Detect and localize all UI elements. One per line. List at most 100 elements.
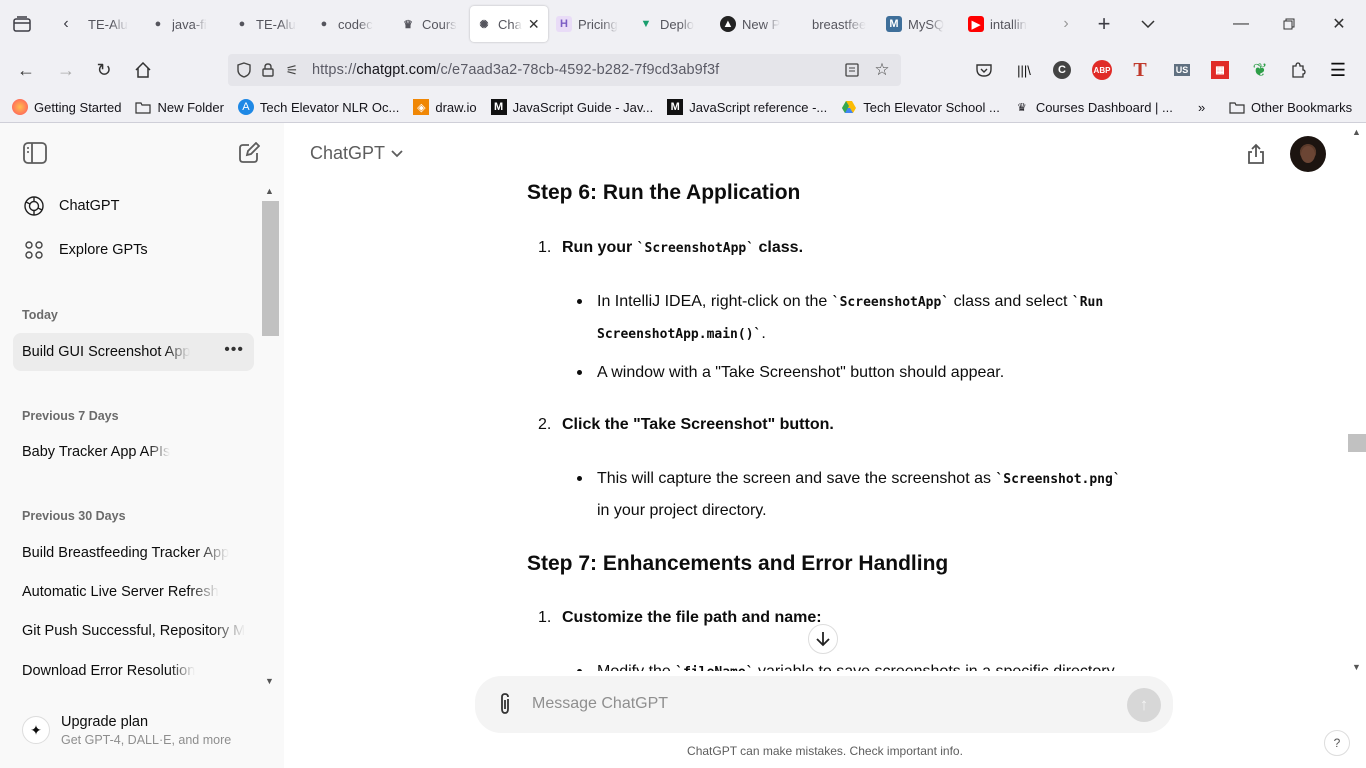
new-tab-icon[interactable]: + (1090, 10, 1118, 38)
bullet (577, 476, 582, 481)
adblock-icon[interactable]: ABP (1090, 58, 1114, 82)
tab-overview-icon[interactable] (8, 10, 36, 38)
list-number: 2. (538, 416, 552, 433)
scroll-up-arrow-icon[interactable]: ▲ (265, 186, 274, 196)
t-extension-icon[interactable]: T (1128, 58, 1152, 82)
openai-icon (22, 194, 46, 218)
bookmarks-toolbar: Getting Started New Folder A Tech Elevato… (0, 92, 1366, 122)
main-panel: ChatGPT Step 6: Run the Application 1. R… (284, 123, 1366, 768)
section-heading-previous-30-days: Previous 30 Days (22, 509, 126, 523)
chat-item-build-gui-screenshot-app[interactable]: Build GUI Screenshot App ••• (13, 333, 254, 371)
message-input[interactable]: Message ChatGPT (532, 695, 668, 713)
forward-icon[interactable]: → (52, 56, 80, 84)
new-chat-icon[interactable] (235, 139, 263, 167)
url-text[interactable]: https://chatgpt.com/c/e7aad3a2-78cb-4592… (312, 62, 719, 78)
bullet-text-window-appears: A window with a "Take Screenshot" button… (597, 364, 1005, 381)
tab-youtube[interactable]: ▶ intallin (962, 6, 1044, 42)
chat-item-breastfeeding-tracker[interactable]: Build Breastfeeding Tracker App (13, 534, 254, 572)
reader-view-icon[interactable] (840, 58, 864, 82)
tab-courses[interactable]: ♛ Cours (394, 6, 468, 42)
tech-elevator-icon: A (237, 99, 254, 115)
home-icon[interactable] (129, 56, 157, 84)
scroll-down-arrow-icon[interactable]: ▼ (265, 676, 274, 686)
tab-pricing[interactable]: H Pricing (550, 6, 630, 42)
vpn-extension-icon[interactable]: US (1170, 58, 1194, 82)
back-icon[interactable]: ← (12, 56, 40, 84)
model-selector[interactable]: ChatGPT (310, 143, 403, 164)
step-7-heading: Step 7: Enhancements and Error Handling (527, 552, 949, 575)
scroll-up-arrow-icon[interactable]: ▲ (1352, 127, 1361, 137)
toggle-sidebar-icon[interactable] (21, 139, 49, 167)
close-window-icon[interactable]: ✕ (1324, 10, 1354, 38)
main-scrollbar[interactable] (1348, 123, 1366, 683)
more-bookmarks-icon[interactable]: » (1198, 100, 1205, 115)
sidebar-item-explore-gpts[interactable]: Explore GPTs (13, 231, 254, 269)
attach-icon[interactable] (493, 692, 517, 716)
bookmark-courses-dashboard[interactable]: ♛ Courses Dashboard | ... (1014, 99, 1173, 115)
list-item-click-button: Click the "Take Screenshot" button. (562, 416, 834, 433)
chat-item-baby-tracker[interactable]: Baby Tracker App APIs (13, 433, 254, 471)
tab-codec[interactable]: ● codec (310, 6, 392, 42)
bookmark-drawio[interactable]: ◈ draw.io (413, 99, 477, 115)
minimize-icon[interactable]: — (1226, 10, 1256, 38)
extension-m-icon[interactable]: ▦ (1208, 58, 1232, 82)
github-icon: ● (320, 18, 328, 30)
message-composer[interactable]: Message ChatGPT ↑ (475, 676, 1173, 733)
bookmark-star-icon[interactable]: ☆ (870, 58, 894, 82)
avatar[interactable] (1290, 136, 1326, 172)
tab-deploy[interactable]: ▼ Deplo (632, 6, 712, 42)
tab-new-p[interactable]: ▲ New P (714, 6, 794, 42)
sidebar: ChatGPT Explore GPTs Today Build GUI Scr… (0, 123, 284, 768)
pocket-icon[interactable] (972, 58, 996, 82)
upgrade-plan-button[interactable]: ✦ Upgrade plan Get GPT-4, DALL·E, and mo… (13, 703, 254, 757)
tab-chatgpt[interactable]: ✺ Cha ✕ (470, 6, 548, 42)
menu-icon[interactable]: ☰ (1326, 58, 1350, 82)
tab-te-alumni-1[interactable]: TE-Alu (82, 6, 142, 42)
chat-item-download-error[interactable]: Download Error Resolution (13, 652, 254, 690)
share-icon[interactable] (1242, 140, 1270, 168)
reload-icon[interactable]: ↻ (90, 56, 118, 84)
crown-icon: ♛ (403, 18, 413, 31)
bookmark-new-folder[interactable]: New Folder (135, 99, 224, 115)
more-options-icon[interactable]: ••• (224, 341, 244, 359)
help-button[interactable]: ? (1324, 730, 1350, 756)
sidebar-scroll-thumb[interactable] (262, 201, 279, 336)
vercel-icon: ▲ (720, 16, 736, 32)
tab-java-fi[interactable]: ● java-fi (144, 6, 226, 42)
chat-item-git-push[interactable]: Git Push Successful, Repository M (13, 612, 254, 650)
restore-icon[interactable] (1274, 10, 1304, 38)
scroll-to-bottom-button[interactable] (808, 624, 838, 654)
sparkle-icon: ✦ (22, 716, 50, 744)
permissions-icon[interactable]: ⚟ (280, 58, 304, 82)
bookmark-tech-elevator-school[interactable]: Tech Elevator School ... (841, 99, 1000, 115)
sidebar-item-chatgpt[interactable]: ChatGPT (13, 187, 254, 225)
bookmark-tech-elevator-nlr[interactable]: A Tech Elevator NLR Oc... (237, 99, 399, 115)
close-tab-icon[interactable]: ✕ (528, 16, 540, 33)
navigation-bar: ← → ↻ ⚟ https://chatgpt.com/c/e7aad3a2-7… (0, 48, 1366, 92)
extension-c-icon[interactable]: C (1050, 58, 1074, 82)
shield-icon[interactable] (232, 58, 256, 82)
extensions-puzzle-icon[interactable] (1286, 58, 1310, 82)
list-tabs-icon[interactable] (1134, 10, 1162, 38)
main-scroll-thumb[interactable] (1348, 434, 1366, 452)
send-button[interactable]: ↑ (1127, 688, 1161, 722)
drawio-icon: ◈ (413, 99, 430, 115)
other-bookmarks[interactable]: Other Bookmarks (1229, 99, 1352, 115)
tab-breastfeeding[interactable]: breastfee (796, 6, 878, 42)
library-icon[interactable]: |||\ (1012, 58, 1036, 82)
bullet-text-capture-screen: This will capture the screen and save th… (597, 470, 1121, 519)
tab-scroll-left-icon[interactable]: ‹ (52, 10, 80, 38)
tab-scroll-right-icon[interactable]: › (1052, 10, 1080, 38)
lock-icon[interactable] (256, 58, 280, 82)
chat-item-live-server-refresh[interactable]: Automatic Live Server Refresh (13, 573, 254, 611)
evernote-icon[interactable]: ❦ (1248, 58, 1272, 82)
url-bar[interactable]: ⚟ https://chatgpt.com/c/e7aad3a2-78cb-45… (228, 54, 901, 86)
tab-mysql[interactable]: M MySQ (880, 6, 960, 42)
tab-te-alumni-2[interactable]: ● TE-Alu (228, 6, 308, 42)
bookmark-js-reference[interactable]: M JavaScript reference -... (667, 99, 827, 115)
bookmark-js-guide[interactable]: M JavaScript Guide - Jav... (490, 99, 653, 115)
bullet (577, 299, 582, 304)
bookmark-getting-started[interactable]: Getting Started (12, 99, 121, 115)
scroll-down-arrow-icon[interactable]: ▼ (1352, 662, 1361, 672)
mdn-icon: M (667, 99, 684, 115)
